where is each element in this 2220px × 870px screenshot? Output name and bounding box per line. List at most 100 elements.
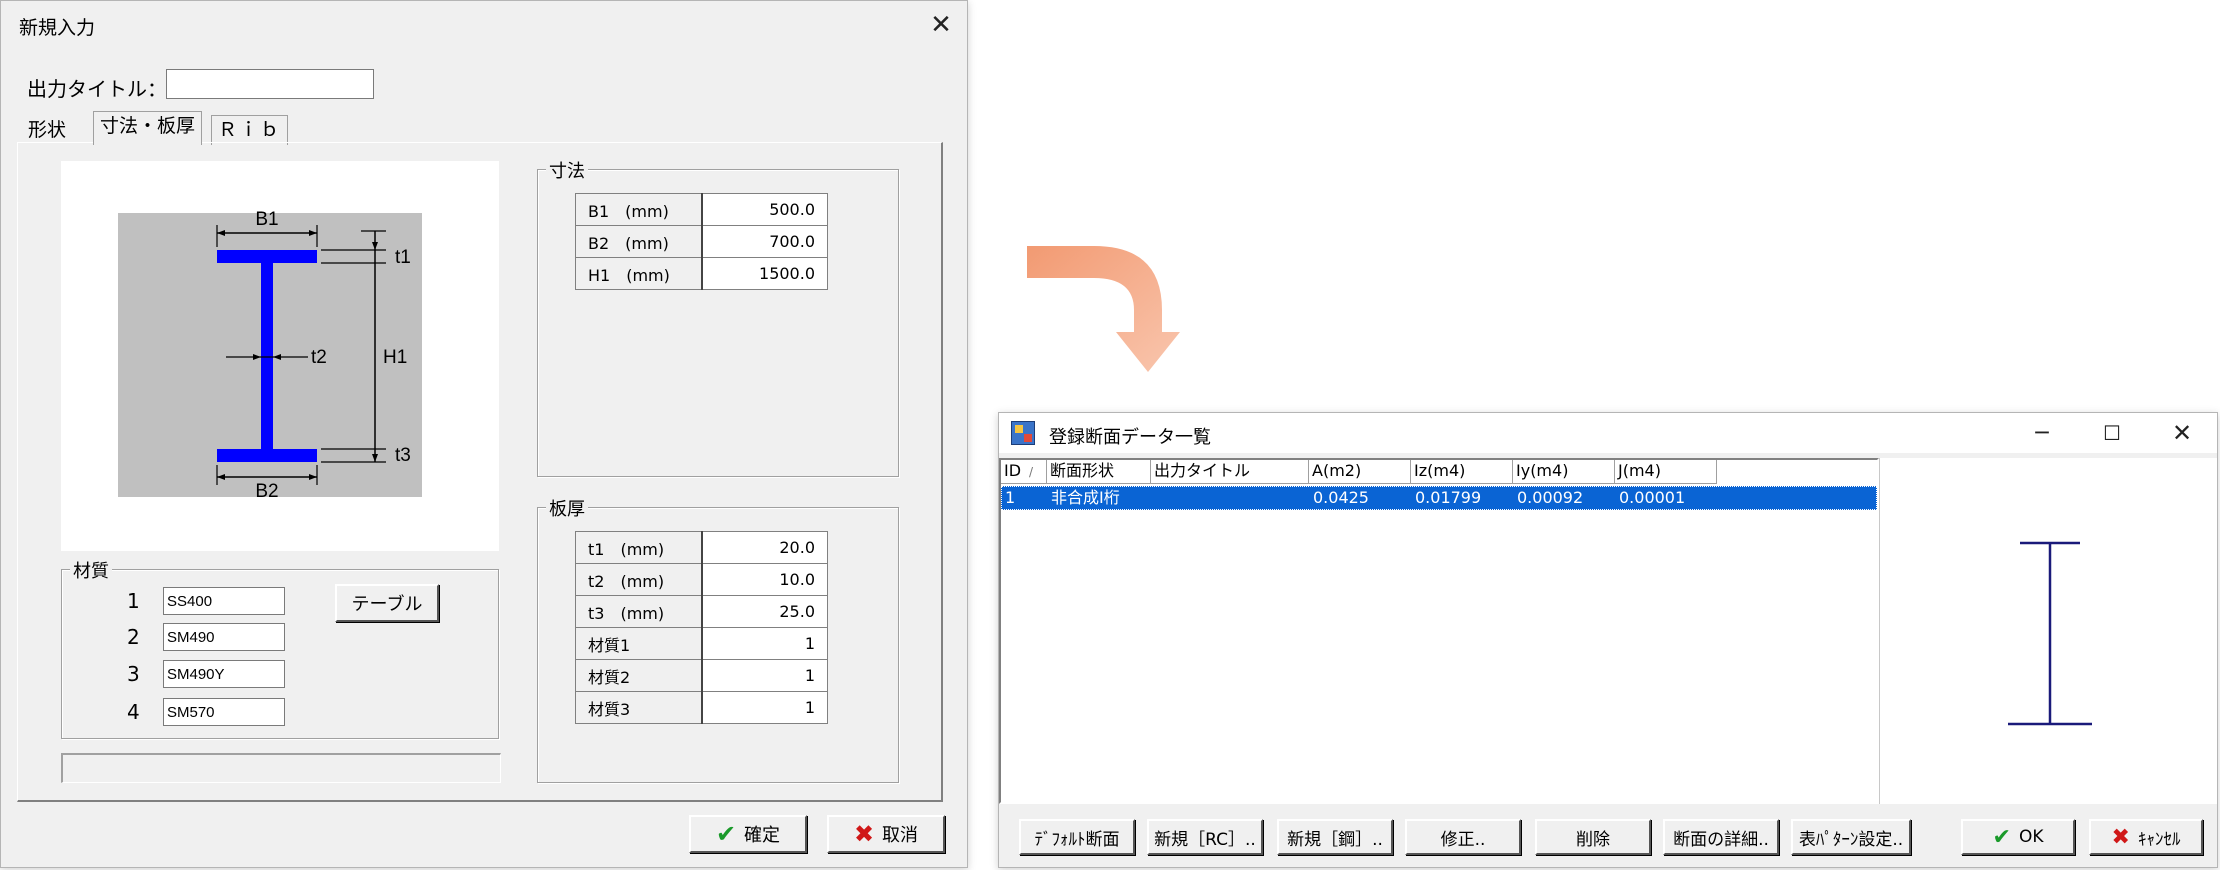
section-preview: [1879, 458, 2217, 804]
check-icon: ✔: [1992, 824, 2011, 850]
cell-a: 0.0425: [1313, 488, 1369, 507]
dimensions-value-b2[interactable]: 700.0: [701, 225, 828, 258]
i-beam-preview: [2008, 541, 2092, 726]
material-3-input[interactable]: [163, 660, 285, 688]
ok-button[interactable]: ✔ OK: [1961, 819, 2075, 855]
new-steel-button[interactable]: 新規［鋼］..: [1277, 819, 1393, 855]
section-detail-button[interactable]: 断面の詳細..: [1663, 819, 1779, 855]
cell-iy: 0.00092: [1517, 488, 1584, 507]
material-legend: 材質: [70, 557, 112, 583]
col-iz[interactable]: Iz(m4): [1411, 460, 1513, 484]
output-title-label: 出力タイトル：: [27, 77, 167, 101]
dimensions-name-b1: B1 (mm): [575, 193, 703, 226]
label-t2: t2: [311, 347, 327, 368]
dialog-title: 新規入力: [19, 17, 96, 39]
status-field: [61, 753, 501, 783]
thickness-value[interactable]: 20.0: [701, 531, 828, 564]
thickness-name: t2 (mm): [575, 563, 703, 596]
material-index-1: 1: [127, 589, 140, 613]
thickness-row: 材質1 1: [575, 627, 828, 660]
label-b2: B2: [255, 481, 278, 502]
dimensions-name-h1: H1 (mm): [575, 257, 703, 290]
material-4-input[interactable]: [163, 698, 285, 726]
dimensions-row-b1: B1 (mm) 500.0: [575, 193, 828, 226]
cell-shape: 非合成I桁: [1051, 488, 1120, 507]
tab-shape[interactable]: 形状: [21, 115, 74, 145]
list-cancel-label: ｷｬﾝｾﾙ: [2137, 829, 2181, 850]
list-window-title: 登録断面データ一覧: [1049, 427, 1211, 448]
thickness-row: 材質3 1: [575, 691, 828, 724]
label-h1: H1: [383, 347, 407, 368]
output-title-input[interactable]: [166, 69, 374, 99]
material-index-2: 2: [127, 625, 140, 649]
new-rc-button[interactable]: 新規［RC］..: [1147, 819, 1263, 855]
thickness-name: t1 (mm): [575, 531, 703, 564]
default-section-button[interactable]: ﾃﾞﾌｫﾙﾄ断面: [1019, 819, 1135, 855]
material-index-3: 3: [127, 662, 140, 686]
label-t1: t1: [395, 247, 411, 268]
col-a[interactable]: A(m2): [1309, 460, 1411, 484]
delete-button[interactable]: 削除: [1535, 819, 1651, 855]
cell-j: 0.00001: [1619, 488, 1686, 507]
label-b1: B1: [255, 209, 278, 230]
list-titlebar: 登録断面データ一覧 ─ ☐ ✕: [999, 413, 2217, 453]
edit-button[interactable]: 修正..: [1405, 819, 1521, 855]
ok-label: OK: [2018, 827, 2044, 847]
thickness-value[interactable]: 1: [701, 627, 828, 660]
cross-icon: ✖: [853, 820, 875, 848]
col-shape[interactable]: 断面形状: [1047, 460, 1151, 484]
check-icon: ✔: [715, 820, 737, 848]
thickness-row: t2 (mm) 10.0: [575, 563, 828, 596]
thickness-value[interactable]: 1: [701, 691, 828, 724]
dimensions-row-h1: H1 (mm) 1500.0: [575, 257, 828, 290]
dimensions-value-h1[interactable]: 1500.0: [701, 257, 828, 290]
material-index-4: 4: [127, 700, 140, 724]
table-pattern-button[interactable]: 表ﾊﾟﾀｰﾝ設定..: [1791, 819, 1911, 855]
thickness-name: 材質2: [575, 659, 703, 692]
section-list-window: 登録断面データ一覧 ─ ☐ ✕ ID / 断面形状 出力タイトル A(m2) Iz…: [998, 412, 2218, 868]
thickness-name: 材質3: [575, 691, 703, 724]
app-icon: [1011, 421, 1035, 445]
dimensions-grid: B1 (mm) 500.0 B2 (mm) 700.0 H1 (mm) 1500…: [575, 193, 828, 290]
dimensions-value-b1[interactable]: 500.0: [701, 193, 828, 226]
list-cancel-button[interactable]: ✖ ｷｬﾝｾﾙ: [2089, 819, 2203, 855]
cancel-button[interactable]: ✖ 取消: [827, 815, 945, 853]
maximize-icon[interactable]: ☐: [2089, 415, 2135, 451]
table-button[interactable]: テーブル: [335, 584, 439, 622]
tab-rib[interactable]: Ｒｉｂ: [211, 115, 289, 145]
thickness-grid: t1 (mm) 20.0 t2 (mm) 10.0 t3 (mm) 25.0 材…: [575, 531, 828, 724]
close-icon[interactable]: ✕: [921, 7, 961, 43]
section-list-view[interactable]: ID / 断面形状 出力タイトル A(m2) Iz(m4) Iy(m4) J(m4…: [999, 458, 1879, 804]
tab-dimensions-thickness[interactable]: 寸法・板厚: [93, 111, 203, 145]
thickness-value[interactable]: 25.0: [701, 595, 828, 628]
material-2-input[interactable]: [163, 623, 285, 651]
dimensions-legend: 寸法: [546, 157, 588, 183]
cell-iz: 0.01799: [1415, 488, 1482, 507]
col-title[interactable]: 出力タイトル: [1151, 460, 1309, 484]
label-t3: t3: [395, 445, 411, 466]
list-header: ID / 断面形状 出力タイトル A(m2) Iz(m4) Iy(m4) J(m4…: [1001, 460, 1717, 484]
cell-title: [1152, 487, 1310, 509]
minimize-icon[interactable]: ─: [2019, 415, 2065, 451]
table-row[interactable]: 1 非合成I桁 0.0425 0.01799 0.00092 0.00001: [1001, 486, 1877, 510]
col-id[interactable]: ID /: [1001, 460, 1047, 484]
thickness-value[interactable]: 1: [701, 659, 828, 692]
i-beam-diagram: B1 B2 t1 t2 t3 H1: [118, 209, 422, 502]
bottom-flange: [217, 449, 317, 462]
thickness-row: 材質2 1: [575, 659, 828, 692]
cancel-label: 取消: [882, 825, 919, 846]
dialog-titlebar: 新規入力 ✕: [1, 1, 967, 49]
col-iy[interactable]: Iy(m4): [1513, 460, 1615, 484]
thickness-value[interactable]: 10.0: [701, 563, 828, 596]
web: [261, 263, 273, 449]
confirm-button[interactable]: ✔ 確定: [689, 815, 807, 853]
confirm-label: 確定: [744, 825, 781, 846]
col-j[interactable]: J(m4): [1615, 460, 1717, 484]
curved-arrow-icon: [1027, 246, 1180, 372]
thickness-legend: 板厚: [546, 495, 588, 521]
cross-icon: ✖: [2111, 824, 2130, 850]
close-icon[interactable]: ✕: [2159, 415, 2205, 451]
dimensions-name-b2: B2 (mm): [575, 225, 703, 258]
dimensions-row-b2: B2 (mm) 700.0: [575, 225, 828, 258]
material-1-input[interactable]: [163, 587, 285, 615]
